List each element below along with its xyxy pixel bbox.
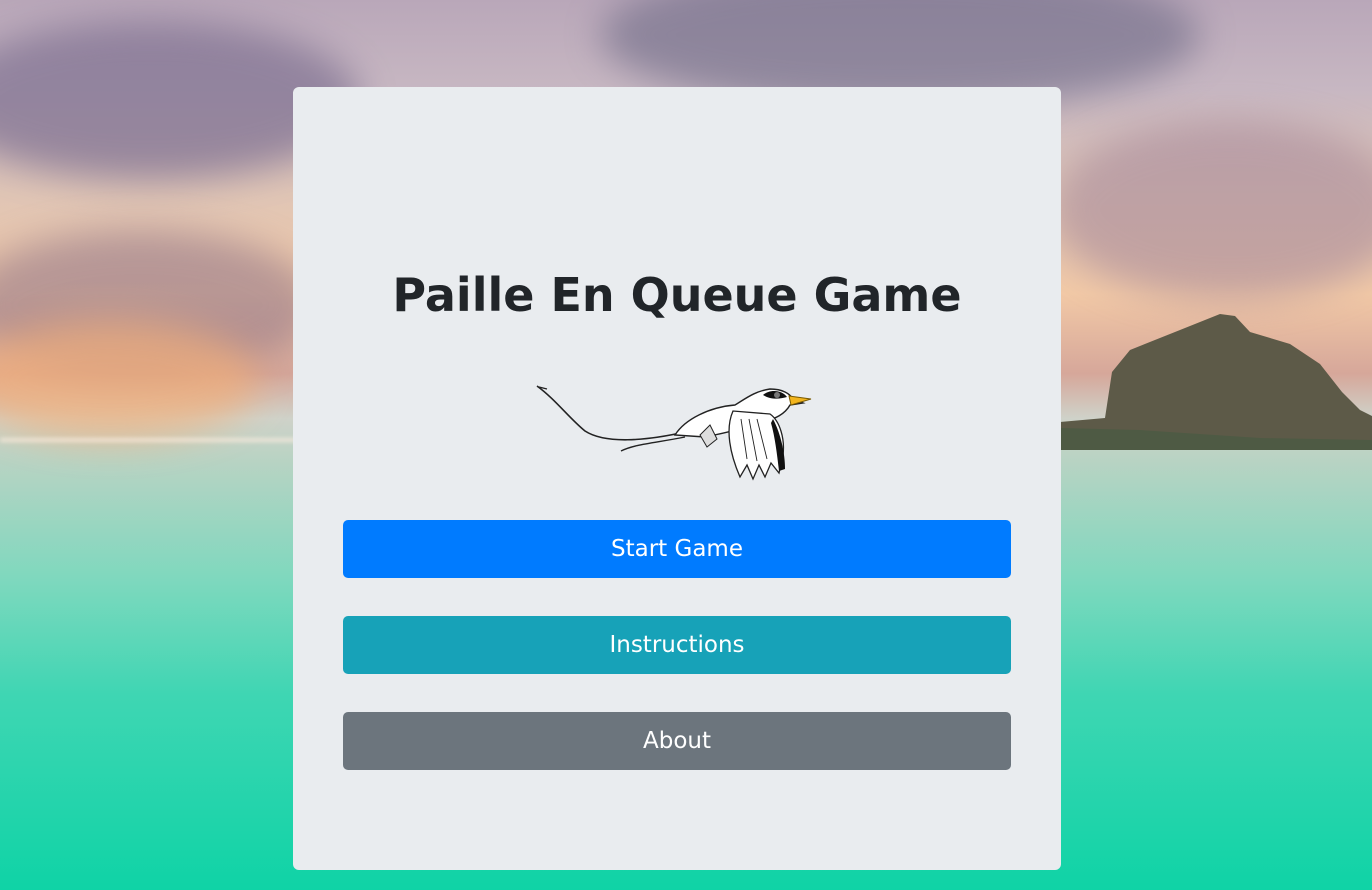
- tropicbird-icon: [536, 385, 812, 481]
- cloud: [1050, 120, 1372, 300]
- instructions-button[interactable]: Instructions: [343, 616, 1011, 674]
- mountain-icon: [1060, 314, 1372, 450]
- page-title: Paille En Queue Game: [392, 268, 962, 322]
- about-button[interactable]: About: [343, 712, 1011, 770]
- menu-card: Paille En Queue Game Start Game Instruct…: [293, 87, 1061, 870]
- start-game-button[interactable]: Start Game: [343, 520, 1011, 578]
